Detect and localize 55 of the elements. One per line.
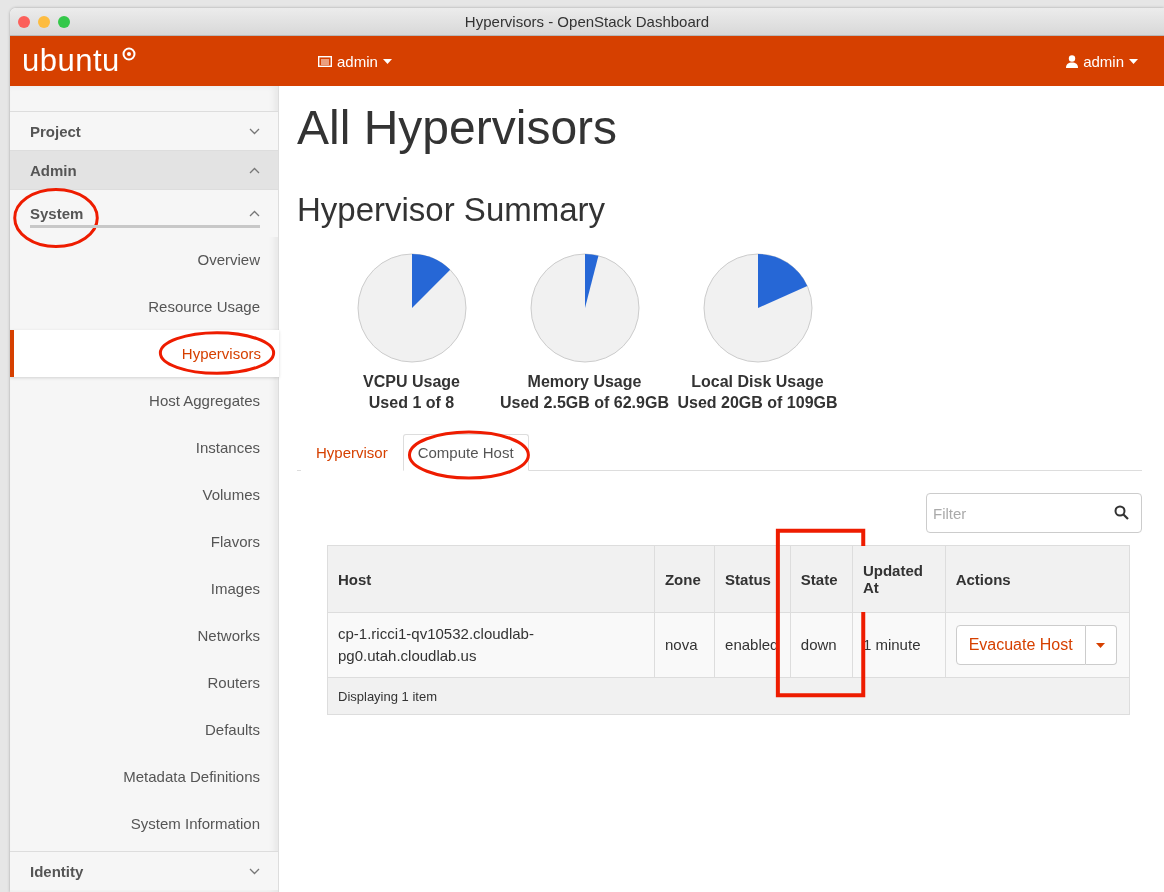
chevron-icon [249,127,260,135]
table-cell: nova [654,612,715,678]
nav-link[interactable]: Networks [10,612,278,659]
chart-title: Memory Usage [527,373,642,391]
column-header: Updated At [852,545,946,613]
dropdown-button[interactable] [1085,625,1117,665]
nav-link[interactable]: Overview [10,236,278,283]
chart-title: VCPU Usage [363,373,460,391]
section-title: Hypervisor Summary [297,191,607,229]
nav-link[interactable]: Metadata Definitions [10,753,278,800]
caret-icon [382,58,392,64]
nav-link[interactable]: Routers [10,659,278,706]
chart-caption: Used 20GB of 109GB [677,394,838,412]
chevron-icon [249,166,260,174]
caret-icon [1096,642,1106,648]
table-footer: Displaying 1 item [327,677,1130,715]
nav-section[interactable]: Project [10,111,278,150]
nav-section[interactable]: Admin [10,150,278,189]
column-header: Actions [945,545,1130,613]
nav-link[interactable]: Images [10,565,278,612]
user-icon [1066,54,1079,68]
nav-link[interactable]: Defaults [10,706,278,753]
column-header: Host [327,545,655,613]
search-icon [1114,505,1129,520]
nav-link[interactable]: Hypervisors [10,330,279,377]
list-icon [318,55,332,67]
chart-caption: Used 2.5GB of 62.9GB [500,394,669,412]
window-title: Hypervisors - OpenStack Dashboard [463,13,711,30]
zoom-icon[interactable] [58,15,70,28]
logo-icon [121,47,136,61]
table-cell: down [790,612,853,678]
minimize-icon[interactable] [38,15,50,28]
nav-link[interactable]: Flavors [10,518,278,565]
page-title: All Hypervisors [297,100,619,155]
filter-field[interactable]: Filter [926,493,1142,533]
column-header: Status [714,545,791,613]
chevron-icon [249,867,260,875]
table-cell: cp-1.ricci1-qv10532.cloudlab-pg0.utah.cloudlab.us [327,612,655,678]
nav-link[interactable]: System Information [10,800,278,847]
close-icon[interactable] [18,15,30,28]
tab[interactable]: Compute Host [402,434,529,471]
evacuate-button[interactable]: Evacuate Host [955,625,1086,665]
nav-link[interactable]: Volumes [10,471,278,518]
logo: ubuntu [22,43,120,79]
nav-link[interactable]: Host Aggregates [10,377,278,424]
nav-section[interactable]: Identity [10,851,278,890]
chevron-icon [249,210,260,217]
nav-link[interactable]: Resource Usage [10,283,278,330]
project-menu[interactable]: admin [312,51,398,71]
nav-link[interactable]: Instances [10,424,278,471]
column-header: Zone [654,545,715,613]
caret-icon [1129,58,1138,64]
chart-title: Local Disk Usage [691,373,824,391]
chart-caption: Used 1 of 8 [368,394,455,412]
user-menu[interactable]: admin [1060,51,1144,71]
